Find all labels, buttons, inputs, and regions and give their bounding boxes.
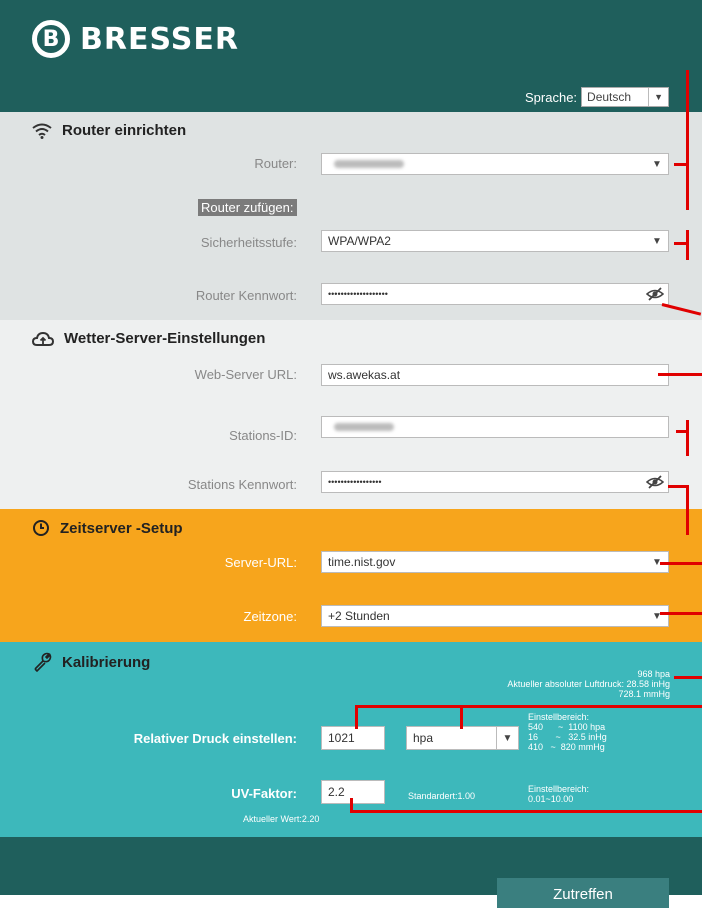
annotation-line bbox=[350, 798, 353, 812]
timezone-value: +2 Stunden bbox=[328, 609, 390, 623]
pressure-range-hpa: 540 ~ 1100 hpa bbox=[528, 722, 606, 732]
annotation-line bbox=[350, 810, 702, 813]
annotation-line bbox=[674, 242, 688, 245]
clock-icon bbox=[33, 520, 49, 536]
annotation-line bbox=[355, 705, 358, 729]
annotation-line bbox=[660, 562, 702, 565]
zeit-section-title: Zeitserver -Setup bbox=[32, 519, 183, 537]
chevron-down-icon: ▼ bbox=[652, 610, 662, 622]
pressure-range-mmhg: 410 ~ 820 mmHg bbox=[528, 742, 605, 752]
wrench-icon bbox=[34, 652, 52, 672]
uv-range-title: Einstellbereich: bbox=[528, 784, 590, 794]
web-server-url-value: ws.awekas.at bbox=[328, 368, 401, 382]
station-password-value: ••••••••••••••••• bbox=[328, 477, 382, 487]
wetter-title-text: Wetter-Server-Einstellungen bbox=[64, 330, 266, 347]
server-url-dropdown[interactable]: time.nist.gov ▼ bbox=[321, 551, 669, 573]
kalib-title-text: Kalibrierung bbox=[62, 653, 151, 671]
uv-factor-label: UV-Faktor: bbox=[231, 786, 297, 801]
kalib-section-title: Kalibrierung bbox=[32, 652, 150, 672]
chevron-down-icon: ▼ bbox=[496, 727, 518, 749]
cloud-upload-icon bbox=[32, 331, 54, 346]
server-url-value: time.nist.gov bbox=[328, 555, 396, 569]
web-server-url-input[interactable]: ws.awekas.at bbox=[321, 364, 669, 386]
annotation-line bbox=[686, 230, 689, 260]
wetter-section: Wetter-Server-Einstellungen Web-Server U… bbox=[0, 320, 702, 509]
language-dropdown[interactable]: Deutsch ▼ bbox=[581, 87, 670, 107]
web-server-url-label: Web-Server URL: bbox=[194, 367, 297, 382]
router-add-label: Router zufügen: bbox=[198, 199, 297, 216]
wifi-icon bbox=[32, 123, 52, 139]
abs-pressure-hpa: 968 hpa bbox=[637, 669, 670, 679]
pressure-range-info: Einstellbereich: 540 ~ 1100 hpa 16 ~ 32.… bbox=[528, 712, 607, 752]
timezone-label: Zeitzone: bbox=[243, 609, 297, 624]
eye-slash-icon[interactable] bbox=[646, 287, 664, 301]
uv-range-value: 0.01~10.00 bbox=[528, 794, 574, 804]
server-url-label: Server-URL: bbox=[224, 555, 297, 570]
router-section-title: Router einrichten bbox=[32, 122, 186, 139]
router-password-input[interactable]: ••••••••••••••••••• bbox=[321, 283, 669, 305]
header: B BRESSER Sprache: Deutsch ▼ bbox=[0, 0, 702, 112]
pressure-range-title: Einstellbereich: bbox=[528, 712, 590, 722]
annotation-line bbox=[660, 612, 702, 615]
language-selector: Sprache: Deutsch ▼ bbox=[525, 87, 670, 107]
abs-pressure-inhg: Aktueller absoluter Luftdruck: 28.58 inH… bbox=[507, 679, 670, 689]
station-id-value bbox=[322, 420, 668, 434]
annotation-line bbox=[686, 420, 689, 456]
logo-text: BRESSER bbox=[80, 21, 239, 57]
router-value bbox=[322, 157, 646, 171]
wetter-section-title: Wetter-Server-Einstellungen bbox=[32, 330, 265, 347]
annotation-line bbox=[686, 70, 689, 210]
relative-pressure-value: 1021 bbox=[328, 731, 355, 745]
router-title-text: Router einrichten bbox=[62, 122, 187, 139]
annotation-line bbox=[674, 163, 688, 166]
uv-current-value: Aktueller Wert:2.20 bbox=[243, 814, 320, 824]
relative-pressure-input[interactable]: 1021 bbox=[321, 726, 385, 750]
eye-slash-icon[interactable] bbox=[646, 475, 664, 489]
router-password-value: ••••••••••••••••••• bbox=[328, 289, 388, 299]
abs-pressure-mmhg: 728.1 mmHg bbox=[618, 689, 670, 699]
chevron-down-icon: ▼ bbox=[648, 88, 668, 106]
uv-default: Standardert:1.00 bbox=[408, 791, 476, 801]
logo-mark: B bbox=[32, 20, 70, 58]
annotation-line bbox=[674, 676, 702, 679]
chevron-down-icon: ▼ bbox=[652, 158, 662, 170]
submit-button[interactable]: Zutreffen bbox=[497, 878, 669, 908]
pressure-unit-value: hpa bbox=[413, 731, 434, 745]
security-dropdown[interactable]: WPA/WPA2 ▼ bbox=[321, 230, 669, 252]
station-id-input[interactable] bbox=[321, 416, 669, 438]
station-password-input[interactable]: ••••••••••••••••• bbox=[321, 471, 669, 493]
language-value: Deutsch bbox=[587, 90, 632, 104]
security-value: WPA/WPA2 bbox=[328, 234, 391, 248]
bresser-logo: B BRESSER bbox=[32, 20, 239, 58]
absolute-pressure-readout: 968 hpa Aktueller absoluter Luftdruck: 2… bbox=[430, 669, 670, 699]
zeit-title-text: Zeitserver -Setup bbox=[60, 519, 183, 537]
security-label: Sicherheitsstufe: bbox=[200, 235, 297, 250]
router-dropdown[interactable]: ▼ bbox=[321, 153, 669, 175]
pressure-range-inhg: 16 ~ 32.5 inHg bbox=[528, 732, 607, 742]
language-label: Sprache: bbox=[525, 89, 578, 105]
annotation-line bbox=[676, 430, 688, 433]
annotation-line bbox=[658, 373, 702, 376]
router-section: Router einrichten Router: ▼ Router zufüg… bbox=[0, 112, 702, 320]
annotation-line bbox=[460, 705, 463, 729]
pressure-unit-dropdown[interactable]: hpa ▼ bbox=[406, 726, 519, 750]
annotation-line bbox=[355, 705, 702, 708]
annotation-line bbox=[668, 485, 688, 488]
chevron-down-icon: ▼ bbox=[652, 235, 662, 247]
router-password-label: Router Kennwort: bbox=[195, 288, 297, 303]
annotation-line bbox=[686, 485, 689, 535]
station-password-label: Stations Kennwort: bbox=[187, 477, 297, 492]
station-id-label: Stations-ID: bbox=[229, 428, 297, 443]
zeit-section: Zeitserver -Setup Server-URL: time.nist.… bbox=[0, 509, 702, 642]
timezone-dropdown[interactable]: +2 Stunden ▼ bbox=[321, 605, 669, 627]
uv-range-info: Einstellbereich: 0.01~10.00 bbox=[528, 784, 589, 804]
relative-pressure-label: Relativer Druck einstellen: bbox=[133, 731, 297, 746]
uv-factor-value: 2.2 bbox=[328, 785, 345, 799]
uv-factor-input[interactable]: 2.2 bbox=[321, 780, 385, 804]
router-label: Router: bbox=[254, 156, 297, 171]
